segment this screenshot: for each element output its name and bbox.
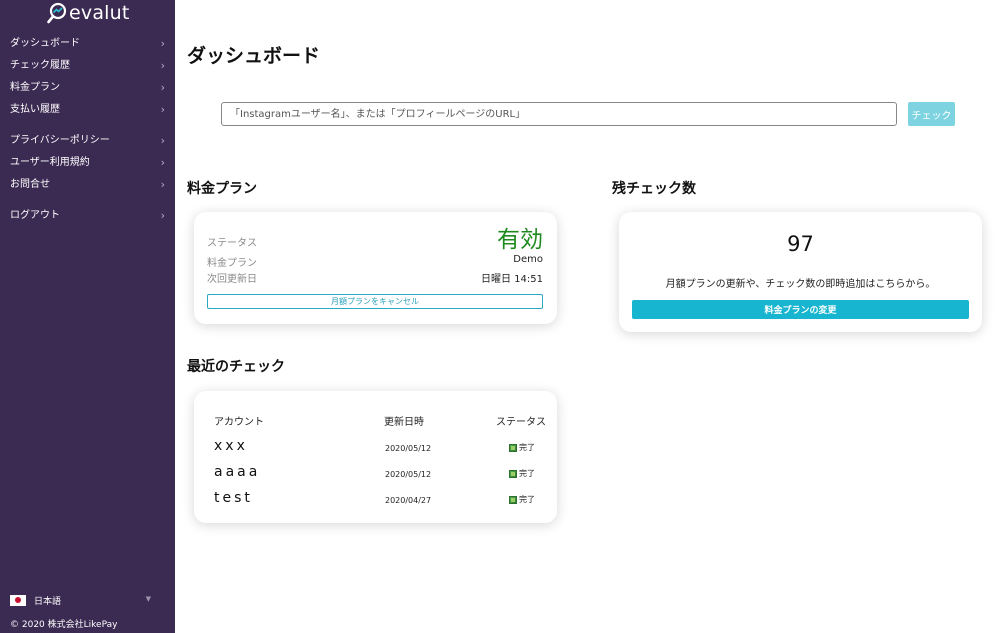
- sidebar-item-label: ダッシュボード: [10, 38, 80, 49]
- chevron-right-icon: ›: [160, 156, 165, 169]
- sidebar-item-label: プライバシーポリシー: [10, 135, 110, 146]
- sidebar-item-label: 支払い履歴: [10, 104, 60, 115]
- status-text: 完了: [519, 443, 535, 452]
- table-row[interactable]: test 2020/04/27 完了: [194, 486, 557, 510]
- chevron-right-icon: ›: [160, 134, 165, 147]
- recent-checks-table: アカウント 更新日時 ステータス xxx 2020/05/12 完了 aaaa …: [194, 391, 557, 523]
- nav-divider: [0, 121, 175, 130]
- copyright: © 2020 株式会社LikePay: [10, 620, 118, 630]
- plan-name-row: 料金プラン Demo: [207, 254, 543, 269]
- table-row[interactable]: xxx 2020/05/12 完了: [194, 434, 557, 458]
- brand-name: evalut: [69, 2, 130, 24]
- chevron-right-icon: ›: [160, 178, 165, 191]
- search-input[interactable]: [221, 102, 897, 126]
- next-update-value: 日曜日 14:51: [481, 274, 543, 285]
- status-cell: 完了: [509, 468, 535, 479]
- sidebar-item-terms[interactable]: ユーザー利用規約 ›: [0, 152, 175, 174]
- next-update-row: 次回更新日 日曜日 14:51: [207, 270, 543, 285]
- remaining-card: 97 月額プランの更新や、チェック数の即時追加はこちらから。 料金プランの変更: [619, 212, 982, 332]
- page-title: ダッシュボード: [187, 45, 321, 67]
- account-cell: aaaa: [214, 464, 261, 480]
- status-text: 完了: [519, 469, 535, 478]
- caret-down-icon: ▼: [145, 595, 151, 603]
- japan-flag-icon: [10, 594, 26, 606]
- status-cell: 完了: [509, 442, 535, 453]
- account-cell: xxx: [214, 438, 248, 454]
- chevron-right-icon: ›: [160, 103, 165, 116]
- plan-label: 料金プラン: [207, 258, 257, 269]
- plan-card: ステータス 有効 料金プラン Demo 次回更新日 日曜日 14:51 月額プラ…: [194, 212, 557, 324]
- remaining-count: 97: [787, 232, 814, 256]
- brand-logo[interactable]: evalut: [47, 0, 130, 26]
- account-cell: test: [214, 490, 253, 506]
- cancel-plan-button[interactable]: 月額プランをキャンセル: [207, 294, 543, 309]
- sidebar-item-privacy-policy[interactable]: プライバシーポリシー ›: [0, 130, 175, 152]
- sidebar-item-pricing[interactable]: 料金プラン ›: [0, 77, 175, 99]
- language-selector[interactable]: 日本語 ▼: [10, 592, 165, 608]
- language-label: 日本語: [34, 596, 62, 607]
- sidebar-item-dashboard[interactable]: ダッシュボード ›: [0, 33, 175, 55]
- status-value: 有効: [497, 227, 543, 253]
- sidebar-nav: ダッシュボード › チェック履歴 › 料金プラン › 支払い履歴 › プライバシ…: [0, 33, 175, 227]
- sidebar-item-logout[interactable]: ログアウト ›: [0, 205, 175, 227]
- nav-divider: [0, 196, 175, 205]
- sidebar-item-payment-history[interactable]: 支払い履歴 ›: [0, 99, 175, 121]
- change-plan-button[interactable]: 料金プランの変更: [632, 300, 969, 319]
- date-cell: 2020/05/12: [385, 470, 432, 479]
- column-header-updated: 更新日時: [384, 417, 424, 428]
- plan-status-row: ステータス: [207, 234, 543, 249]
- date-cell: 2020/04/27: [385, 496, 432, 505]
- sidebar-item-label: 料金プラン: [10, 82, 60, 93]
- date-cell: 2020/05/12: [385, 444, 432, 453]
- sidebar-item-label: お問合せ: [10, 179, 50, 190]
- sidebar-item-check-history[interactable]: チェック履歴 ›: [0, 55, 175, 77]
- sidebar-item-label: チェック履歴: [10, 60, 70, 71]
- table-row[interactable]: aaaa 2020/05/12 完了: [194, 460, 557, 484]
- column-header-account: アカウント: [214, 417, 264, 428]
- check-button[interactable]: チェック: [908, 102, 955, 126]
- magnifier-icon: [47, 2, 67, 24]
- status-label: ステータス: [207, 238, 257, 249]
- column-header-status: ステータス: [496, 417, 546, 428]
- sidebar-item-contact[interactable]: お問合せ ›: [0, 174, 175, 196]
- plan-section-title: 料金プラン: [187, 181, 257, 197]
- plan-value: Demo: [513, 254, 543, 265]
- recent-section-title: 最近のチェック: [187, 359, 285, 375]
- chevron-right-icon: ›: [160, 59, 165, 72]
- report-icon: [509, 495, 517, 504]
- status-text: 完了: [519, 495, 535, 504]
- report-icon: [509, 469, 517, 478]
- remaining-description: 月額プランの更新や、チェック数の即時追加はこちらから。: [665, 279, 936, 290]
- chevron-right-icon: ›: [160, 37, 165, 50]
- next-update-label: 次回更新日: [207, 274, 257, 285]
- remaining-section-title: 残チェック数: [612, 181, 696, 197]
- sidebar-item-label: ユーザー利用規約: [10, 157, 90, 168]
- sidebar-item-label: ログアウト: [10, 210, 60, 221]
- sidebar: evalut ダッシュボード › チェック履歴 › 料金プラン › 支払い履歴 …: [0, 0, 175, 633]
- report-icon: [509, 443, 517, 452]
- chevron-right-icon: ›: [160, 81, 165, 94]
- status-cell: 完了: [509, 494, 535, 505]
- chevron-right-icon: ›: [160, 209, 165, 222]
